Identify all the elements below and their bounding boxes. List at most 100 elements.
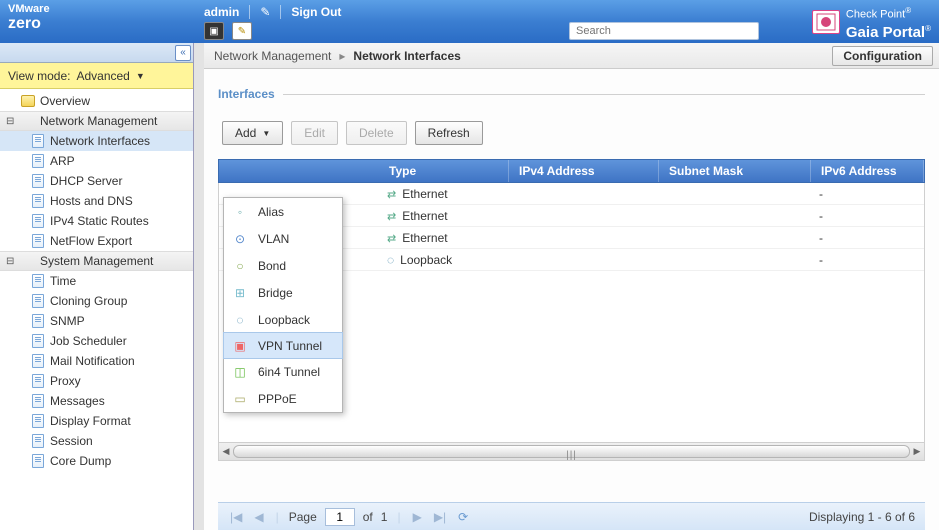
panel-title: Interfaces [218, 87, 275, 101]
sidebar-item-label: Proxy [50, 374, 81, 388]
top-header: VMware zero admin ✎ Sign Out ▣ ✎ Check P… [0, 0, 939, 43]
configuration-button[interactable]: Configuration [832, 46, 933, 66]
sidebar-item-label: Core Dump [50, 454, 111, 468]
view-mode-selector[interactable]: View mode: Advanced ▼ [0, 63, 193, 89]
add-menu-item[interactable]: ⊙VLAN [224, 225, 342, 252]
sidebar-item-overview[interactable]: Overview [0, 91, 193, 111]
cell-ipv6: - [809, 231, 924, 245]
ethernet-icon: ⇄ [387, 211, 396, 223]
document-icon [30, 234, 46, 248]
add-menu-item[interactable]: ▣VPN Tunnel [223, 332, 343, 359]
scroll-right-icon[interactable]: ▶ [910, 443, 924, 460]
sidebar-item-label: ARP [50, 154, 75, 168]
vendor-label: VMware [8, 3, 196, 15]
sidebar-item[interactable]: NetFlow Export [0, 231, 193, 251]
sidebar-item[interactable]: ARP [0, 151, 193, 171]
menu-item-icon: ◦ [232, 204, 248, 220]
cell-type: Loopback [400, 253, 452, 267]
sidebar-item[interactable]: Network Interfaces [0, 131, 193, 151]
collapse-icon[interactable]: ⊟ [6, 116, 16, 127]
pager-next-icon[interactable]: ▶ [411, 510, 424, 524]
document-icon [30, 374, 46, 388]
main-layout: « View mode: Advanced ▼ Overview⊟Network… [0, 43, 939, 530]
add-menu-item[interactable]: ▭PPPoE [224, 385, 342, 412]
edit-icon[interactable]: ✎ [260, 5, 270, 19]
sidebar-item-label: Network Interfaces [50, 134, 150, 148]
view-mode-label: View mode: [8, 69, 70, 83]
menu-item-label: Loopback [258, 313, 310, 327]
add-menu-item[interactable]: ◌Loopback [224, 306, 342, 333]
breadcrumb-parent[interactable]: Network Management [214, 49, 331, 63]
edit-button[interactable]: Edit [291, 121, 338, 145]
document-icon [30, 434, 46, 448]
menu-item-label: Alias [258, 205, 284, 219]
sidebar-item[interactable]: DHCP Server [0, 171, 193, 191]
cell-type: Ethernet [402, 209, 447, 223]
content-area: Network Management ▸ Network Interfaces … [204, 43, 939, 530]
document-icon [30, 394, 46, 408]
sidebar-item[interactable]: Mail Notification [0, 351, 193, 371]
sidebar-item[interactable]: SNMP [0, 311, 193, 331]
col-ipv6[interactable]: IPv6 Address [811, 160, 924, 182]
cell-type: Ethernet [402, 187, 447, 201]
scroll-thumb[interactable]: ||| [233, 445, 910, 458]
sidebar-item[interactable]: Hosts and DNS [0, 191, 193, 211]
brand-top: Check Point [846, 9, 905, 21]
add-button[interactable]: Add ▼ [222, 121, 283, 145]
collapse-sidebar-button[interactable]: « [175, 45, 191, 61]
sidebar-item[interactable]: Core Dump [0, 451, 193, 471]
add-menu-item[interactable]: ⊞Bridge [224, 279, 342, 306]
sidebar-item[interactable]: Session [0, 431, 193, 451]
sidebar-collapse-bar: « [0, 43, 193, 63]
col-type[interactable]: Type [349, 160, 509, 182]
pager-page-input[interactable] [325, 508, 355, 526]
delete-button[interactable]: Delete [346, 121, 407, 145]
document-icon [30, 154, 46, 168]
sidebar: « View mode: Advanced ▼ Overview⊟Network… [0, 43, 194, 530]
menu-item-label: VLAN [258, 232, 289, 246]
sidebar-item[interactable]: Cloning Group [0, 291, 193, 311]
user-label[interactable]: admin [204, 5, 239, 19]
pager-last-icon[interactable]: ▶| [432, 510, 448, 524]
sidebar-item[interactable]: Time [0, 271, 193, 291]
document-icon [30, 194, 46, 208]
sign-out-link[interactable]: Sign Out [291, 5, 341, 19]
scroll-left-icon[interactable]: ◀ [219, 443, 233, 460]
col-ipv4[interactable]: IPv4 Address [509, 160, 659, 182]
sidebar-item-label: IPv4 Static Routes [50, 214, 149, 228]
grid-horizontal-scrollbar[interactable]: ◀ ||| ▶ [218, 443, 925, 461]
menu-item-icon: ⊞ [232, 285, 248, 301]
toolbar: Add ▼ Edit Delete Refresh [222, 121, 925, 145]
pager-first-icon[interactable]: |◀ [228, 510, 244, 524]
terminal-icon[interactable]: ▣ [204, 22, 224, 40]
sidebar-item-label: Job Scheduler [50, 334, 127, 348]
separator [280, 5, 281, 19]
sidebar-scrollbar[interactable] [194, 43, 204, 530]
pager-status: Displaying 1 - 6 of 6 [809, 510, 915, 524]
hostname-label: zero [8, 15, 196, 33]
menu-item-icon: ○ [232, 258, 248, 274]
sidebar-item[interactable]: Display Format [0, 411, 193, 431]
pager-prev-icon[interactable]: ◀ [252, 510, 265, 524]
sidebar-group[interactable]: ⊟System Management [0, 251, 193, 271]
sidebar-group[interactable]: ⊟Network Management [0, 111, 193, 131]
refresh-button[interactable]: Refresh [415, 121, 483, 145]
ethernet-icon: ⇄ [387, 189, 396, 201]
interfaces-panel: Interfaces Add ▼ Edit Delete Refresh N T… [204, 69, 939, 530]
pager-total-pages: 1 [381, 510, 388, 524]
add-menu-item[interactable]: ○Bond [224, 252, 342, 279]
sidebar-item[interactable]: Messages [0, 391, 193, 411]
collapse-icon[interactable]: ⊟ [6, 256, 16, 267]
chevron-down-icon: ▼ [136, 71, 145, 81]
add-menu-item[interactable]: ◦ Alias [224, 198, 342, 225]
sidebar-item[interactable]: Job Scheduler [0, 331, 193, 351]
search-input[interactable] [569, 22, 759, 40]
separator: | [395, 510, 402, 524]
pager-refresh-icon[interactable]: ⟳ [456, 510, 470, 524]
scratchpad-icon[interactable]: ✎ [232, 22, 252, 40]
col-mask[interactable]: Subnet Mask [659, 160, 811, 182]
sidebar-item[interactable]: IPv4 Static Routes [0, 211, 193, 231]
sidebar-item[interactable]: Proxy [0, 371, 193, 391]
pager-of-label: of [363, 510, 373, 524]
add-menu-item[interactable]: ◫6in4 Tunnel [224, 358, 342, 385]
